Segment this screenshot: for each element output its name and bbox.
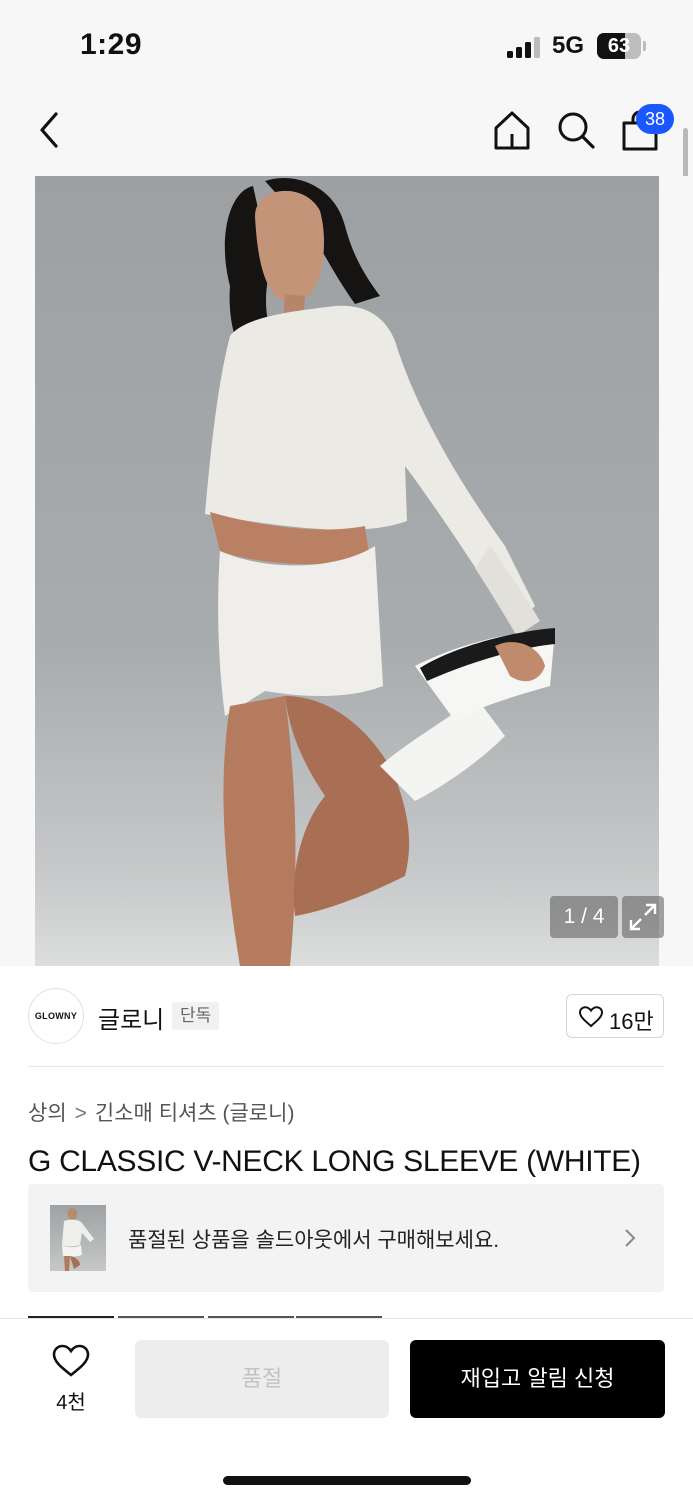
- image-counter: 1 / 4: [550, 896, 618, 938]
- breadcrumb-item-subcategory[interactable]: 긴소매 티셔츠 (글로니): [95, 1102, 295, 1125]
- search-icon: [558, 112, 595, 149]
- nav-header: [0, 90, 693, 176]
- home-icon: [494, 111, 530, 150]
- cart-count-badge: 38: [636, 104, 674, 134]
- restock-alert-button[interactable]: 재입고 알림 신청: [410, 1340, 665, 1418]
- signal-icon: [507, 36, 543, 58]
- product-gallery: [0, 176, 693, 966]
- brand-like-button[interactable]: 16만: [566, 994, 664, 1038]
- status-time: 1:29: [80, 28, 143, 61]
- breadcrumb-separator-icon: >: [74, 1102, 87, 1125]
- wishlist-count: 4천: [56, 1392, 86, 1414]
- battery-icon: 63: [597, 33, 647, 59]
- network-label: 5G: [552, 32, 585, 59]
- soldout-button[interactable]: 품절: [135, 1340, 389, 1418]
- heart-icon: [52, 1344, 90, 1377]
- product-image[interactable]: [35, 176, 659, 966]
- chevron-left-icon: [40, 112, 58, 148]
- brand-logo[interactable]: GLOWNY: [28, 988, 84, 1044]
- chevron-right-icon: [625, 1229, 636, 1247]
- soldout-banner-text: 품절된 상품을 솔드아웃에서 구매해보세요.: [128, 1229, 500, 1252]
- home-indicator: [223, 1476, 471, 1485]
- back-button[interactable]: [30, 108, 70, 152]
- brand-name[interactable]: 글로니: [98, 1000, 164, 1035]
- breadcrumb: 상의 > 긴소매 티셔츠 (글로니): [28, 1097, 294, 1127]
- heart-icon: [579, 1006, 603, 1028]
- breadcrumb-item-category[interactable]: 상의: [28, 1102, 67, 1125]
- expand-button[interactable]: [622, 896, 664, 938]
- wishlist-button[interactable]: 4천: [40, 1340, 102, 1420]
- soldout-banner[interactable]: 품절된 상품을 솔드아웃에서 구매해보세요.: [28, 1184, 664, 1292]
- expand-icon: [629, 903, 657, 931]
- soldout-thumbnail: [50, 1205, 106, 1271]
- divider: [28, 1066, 664, 1067]
- search-button[interactable]: [554, 108, 598, 152]
- product-title: G CLASSIC V-NECK LONG SLEEVE (WHITE): [28, 1145, 641, 1178]
- brand-like-count: 16만: [609, 1009, 654, 1034]
- home-button[interactable]: [490, 108, 534, 152]
- battery-label: 63: [607, 35, 631, 57]
- status-bar: 1:29 5G 63: [0, 0, 693, 90]
- model-photo-illustration: [205, 178, 555, 966]
- exclusive-badge: 단독: [172, 1002, 220, 1030]
